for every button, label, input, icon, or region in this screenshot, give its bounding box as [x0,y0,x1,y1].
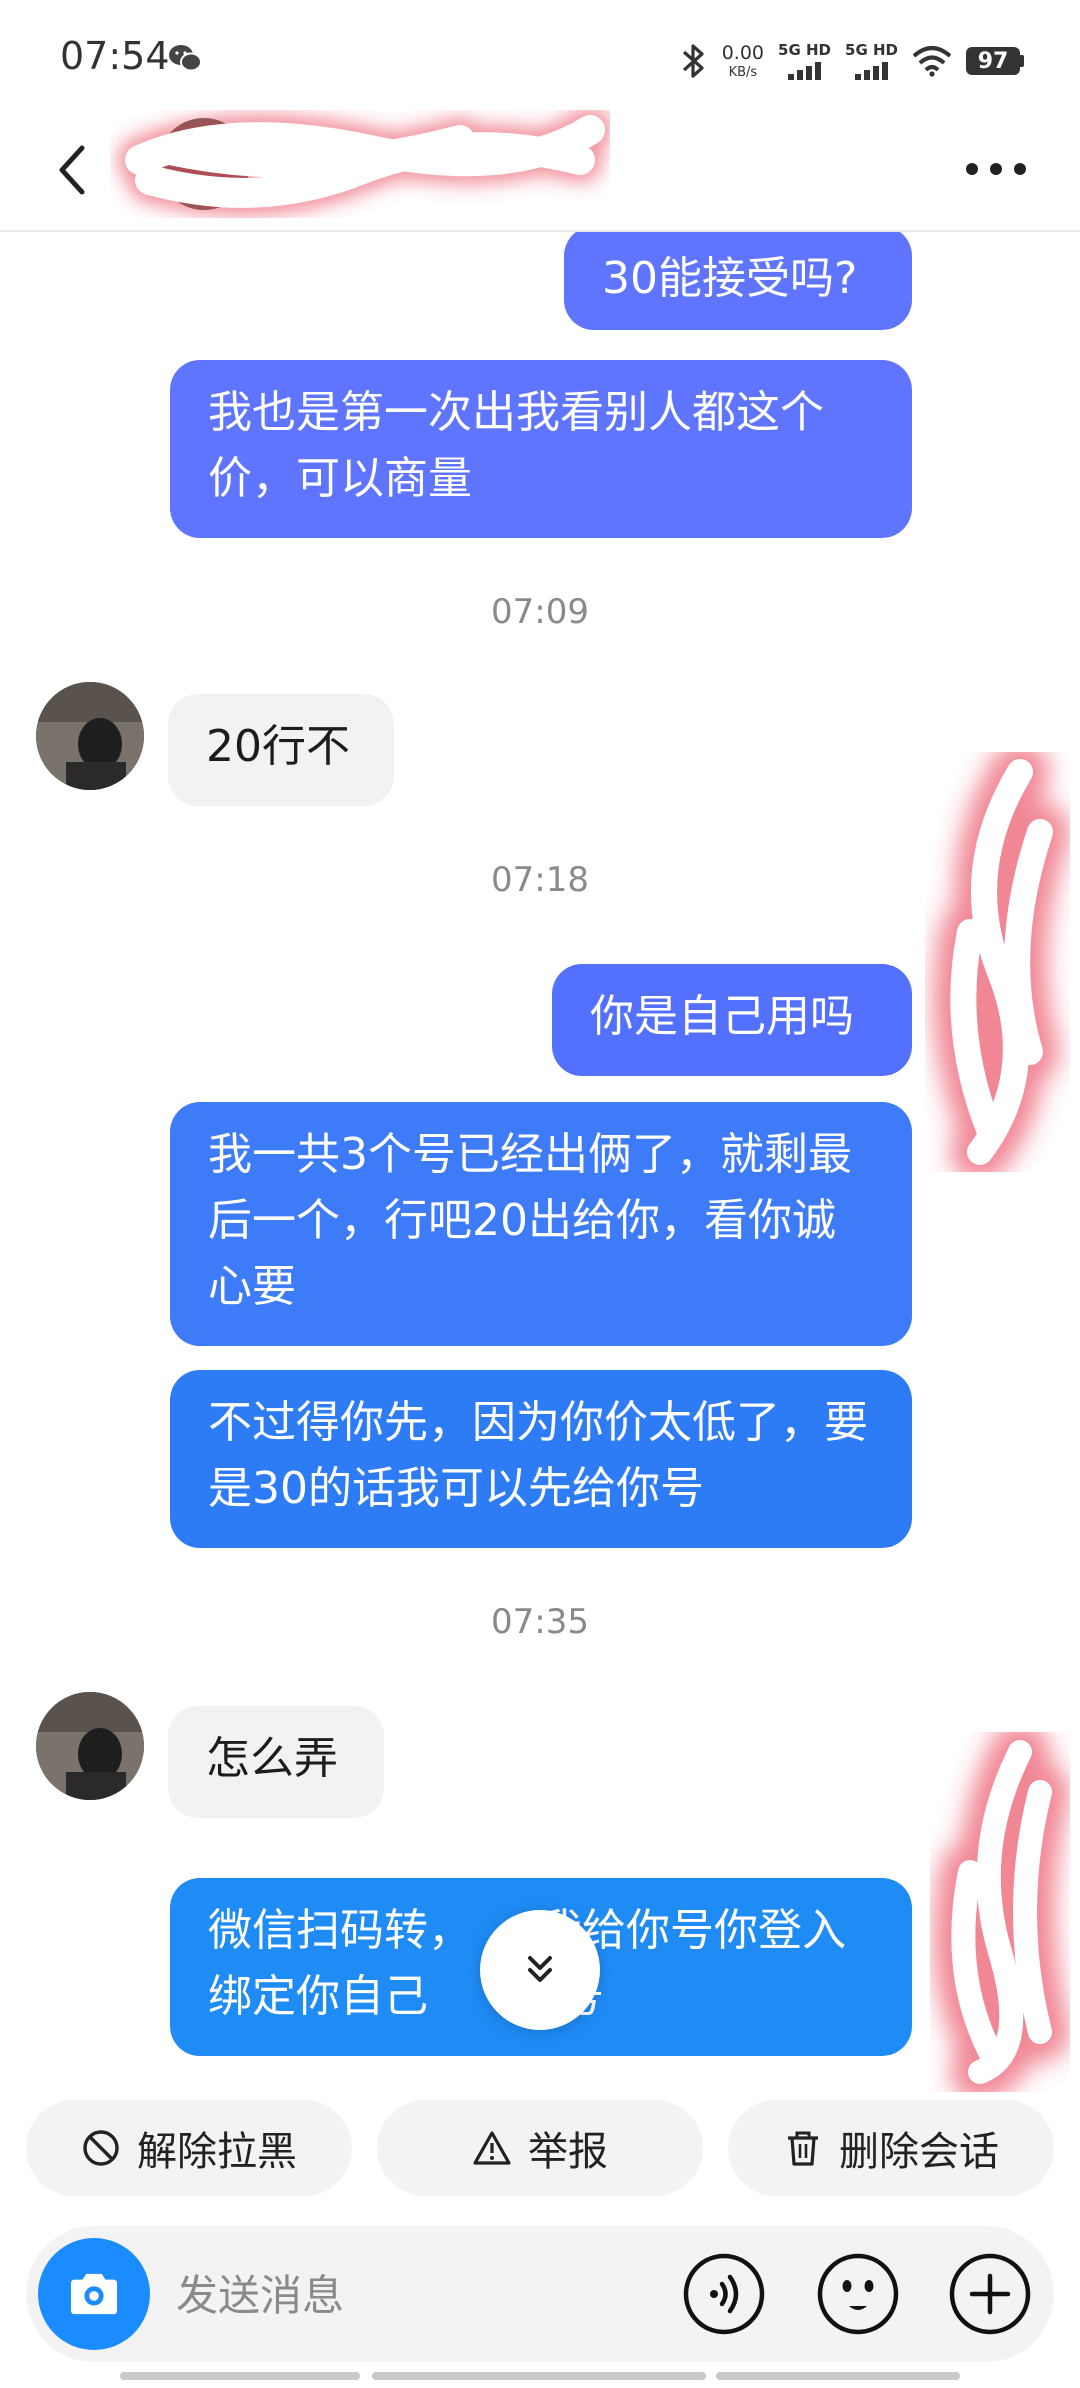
redaction-scribble [933,752,1070,1172]
battery-indicator: 97 [966,47,1024,75]
report-button[interactable]: 举报 [377,2100,703,2196]
message-bubble-outgoing[interactable]: 你是自己用吗 [552,964,912,1076]
more-icon[interactable] [964,158,1028,180]
message-timestamp: 07:18 [491,860,589,900]
message-bubble-outgoing[interactable]: 我一共3个号已经出俩了，就剩最后一个，行吧20出给你，看你诚心要 [170,1102,912,1346]
wechat-icon [169,45,202,72]
message-input[interactable] [174,2264,678,2326]
trash-icon [788,2131,818,2166]
unblock-button[interactable]: 解除拉黑 [26,2100,352,2196]
message-list[interactable]: 30能接受吗? 我也是第一次出我看别人都这个价，可以商量 07:09 20行不 … [0,232,1080,2092]
chevron-double-down-icon [528,1956,552,1982]
status-time: 07:54 [60,34,170,78]
signal-sim2: 5G HD [845,42,898,80]
redaction-scribble [117,110,610,216]
block-icon [83,2130,119,2166]
home-indicator [372,2372,706,2380]
delete-chat-label: 删除会话 [839,2129,999,2175]
camera-button[interactable] [38,2238,150,2350]
message-timestamp: 07:09 [491,592,589,632]
wifi-icon [912,46,952,77]
camera-icon [70,2273,118,2315]
redaction-scribble [933,1732,1070,2092]
back-icon[interactable] [52,138,92,202]
signal-sim1: 5G HD [778,42,831,80]
home-indicator [120,2372,360,2380]
message-timestamp: 07:35 [491,1602,589,1642]
status-bar: 07:54 0.00 KB/s 5G HD 5G HD 97 [0,0,1080,118]
message-bubble-outgoing[interactable]: 我也是第一次出我看别人都这个价，可以商量 [170,360,912,538]
network-speed: 0.00 KB/s [721,41,765,80]
bluetooth-icon [682,44,704,78]
sender-avatar[interactable] [36,682,144,790]
warning-icon [473,2131,511,2165]
message-bubble-incoming[interactable]: 20行不 [168,694,394,806]
voice-icon[interactable] [682,2252,766,2336]
emoji-icon[interactable] [816,2252,900,2336]
action-bar: 解除拉黑 举报 删除会话 [0,2100,1080,2196]
message-bubble-outgoing[interactable]: 不过得你先，因为你价太低了，要是30的话我可以先给你号 [170,1370,912,1548]
plus-icon[interactable] [948,2252,1032,2336]
home-indicator [716,2372,960,2380]
sender-avatar[interactable] [36,1692,144,1800]
message-bubble-outgoing[interactable]: 30能接受吗? [564,232,912,330]
report-label: 举报 [528,2129,608,2175]
delete-chat-button[interactable]: 删除会话 [728,2100,1054,2196]
unblock-label: 解除拉黑 [137,2129,297,2175]
chat-header [0,110,1080,232]
message-bubble-incoming[interactable]: 怎么弄 [168,1706,384,1818]
scroll-to-bottom-button[interactable] [480,1910,600,2030]
message-composer [26,2226,1054,2362]
